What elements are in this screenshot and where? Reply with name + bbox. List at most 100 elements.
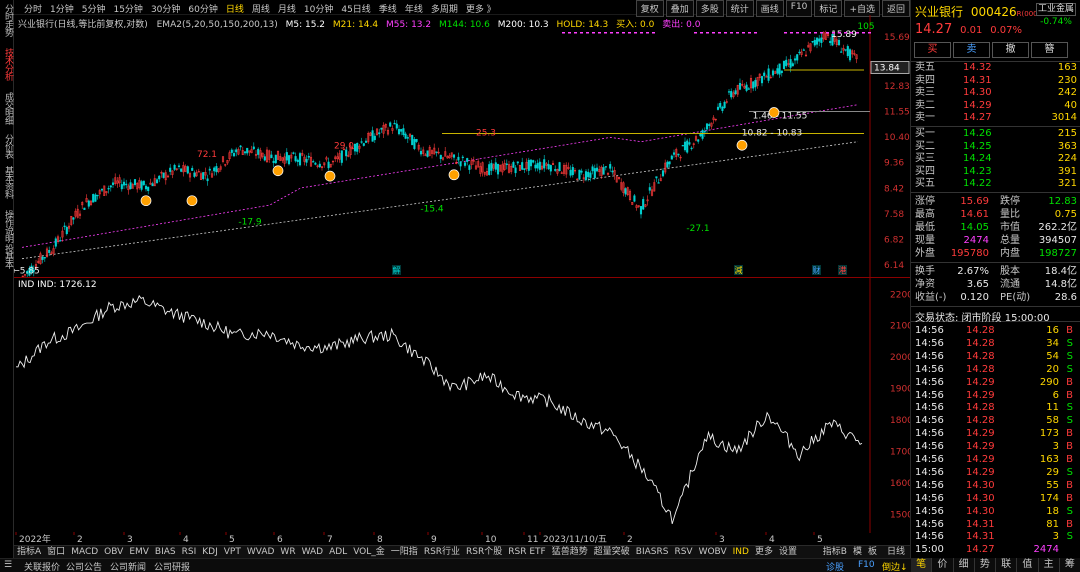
ask-row[interactable]: 卖一 14.27 3014 — [911, 112, 1080, 125]
quote-tab-4[interactable]: 联 — [996, 558, 1018, 572]
quote-tab-7[interactable]: 筹 — [1059, 558, 1080, 572]
period-tab-1[interactable]: 1分钟 — [46, 2, 78, 15]
indicator-tab-0[interactable]: 指标A — [14, 546, 44, 558]
sector-name[interactable]: 工业金属 — [1036, 3, 1076, 16]
period-tab-5[interactable]: 60分钟 — [184, 2, 221, 15]
period-tab-11[interactable]: 季线 — [375, 2, 401, 15]
quote-tab-2[interactable]: 细 — [953, 558, 975, 572]
tick-row[interactable]: 14:56 14.29 163 B — [911, 453, 1080, 466]
indicator-tab-6[interactable]: RSI — [179, 546, 200, 558]
period-tab-2[interactable]: 5分钟 — [78, 2, 110, 15]
status-right-1[interactable]: F10 — [858, 560, 875, 570]
left-tab-3[interactable]: 分价表 — [1, 134, 13, 158]
indicator-tab-4[interactable]: EMV — [126, 546, 152, 558]
tick-row[interactable]: 14:56 14.31 3 S — [911, 530, 1080, 543]
period-tab-0[interactable]: 分时 — [20, 2, 46, 15]
period-tab-3[interactable]: 15分钟 — [109, 2, 146, 15]
main-price-chart[interactable]: 15.69 13.84 12.83 11.55 10.40 9.36 8.42 7.58 6.8… — [14, 15, 910, 277]
buy-button[interactable]: 买 — [914, 42, 951, 58]
period-tab-9[interactable]: 10分钟 — [300, 2, 337, 15]
indicator-tab-5[interactable]: BIAS — [152, 546, 179, 558]
indicator-tab-18[interactable]: 猛兽趋势 — [549, 546, 591, 558]
tick-row[interactable]: 15:00 14.27 2474 — [911, 543, 1080, 556]
tick-row[interactable]: 14:56 14.28 54 S — [911, 350, 1080, 363]
ask-row[interactable]: 卖二 14.29 40 — [911, 100, 1080, 113]
left-tab-6[interactable]: 投基本 — [1, 244, 13, 268]
tick-row[interactable]: 14:56 14.29 6 B — [911, 389, 1080, 402]
indicator-tab-10[interactable]: WR — [277, 546, 298, 558]
indicator-tab-1[interactable]: 窗口 — [44, 546, 68, 558]
tick-row[interactable]: 14:56 14.28 11 S — [911, 401, 1080, 414]
indicator-tab-7[interactable]: KDJ — [199, 546, 221, 558]
tick-row[interactable]: 14:56 14.28 58 S — [911, 414, 1080, 427]
indicator-tab-2[interactable]: MACD — [68, 546, 101, 558]
tick-row[interactable]: 14:56 14.28 16 B — [911, 324, 1080, 337]
quote-tab-1[interactable]: 价 — [932, 558, 954, 572]
quote-tab-5[interactable]: 值 — [1017, 558, 1039, 572]
indicator-tab-12[interactable]: ADL — [326, 546, 350, 558]
indicator-tab-24[interactable]: 更多 — [752, 546, 776, 558]
sell-button[interactable]: 卖 — [953, 42, 990, 58]
period-tab-7[interactable]: 周线 — [248, 2, 274, 15]
indicator-tab-14[interactable]: 一阳指 — [388, 546, 421, 558]
price-chart-svg[interactable]: 15.69 13.84 12.83 11.55 10.40 9.36 8.42 7.58 6.8… — [14, 15, 910, 277]
status-item-3[interactable]: 公司研报 — [154, 560, 190, 572]
ask-row[interactable]: 卖五 14.32 163 — [911, 62, 1080, 75]
indicator-tab-9[interactable]: WVAD — [244, 546, 278, 558]
tick-row[interactable]: 14:56 14.29 173 B — [911, 427, 1080, 440]
quote-tab-3[interactable]: 势 — [974, 558, 996, 572]
indicator-tab-16[interactable]: RSR个股 — [463, 546, 505, 558]
indicator-tab-13[interactable]: VOL_金 — [350, 546, 388, 558]
status-item-2[interactable]: 公司新闻 — [110, 560, 146, 572]
left-tab-0[interactable]: 分时走势 — [1, 4, 13, 36]
alert-button[interactable]: 簪 — [1031, 42, 1068, 58]
status-right-2[interactable]: 倒边↓ — [882, 560, 908, 572]
tick-row[interactable]: 14:56 14.31 81 B — [911, 518, 1080, 531]
indicator-right-tab-1[interactable]: 模 — [850, 546, 865, 558]
tick-row[interactable]: 14:56 14.29 290 B — [911, 376, 1080, 389]
period-tab-13[interactable]: 多周期 — [427, 2, 462, 15]
tick-row[interactable]: 14:56 14.28 34 S — [911, 337, 1080, 350]
bid-row[interactable]: 买三 14.24 224 — [911, 153, 1080, 166]
bid-row[interactable]: 买二 14.25 363 — [911, 141, 1080, 154]
indicator-right-tab-0[interactable]: 指标B — [820, 546, 850, 558]
indicator-right-tab-2[interactable]: 板 — [865, 546, 880, 558]
indicator-tab-23[interactable]: IND — [730, 546, 752, 558]
ask-row[interactable]: 卖三 14.30 242 — [911, 87, 1080, 100]
bid-row[interactable]: 买四 14.23 391 — [911, 166, 1080, 179]
tick-row[interactable]: 14:56 14.30 55 B — [911, 479, 1080, 492]
left-tab-1[interactable]: 技术分析 — [1, 48, 13, 80]
left-tab-5[interactable]: 操作说明 — [1, 210, 13, 242]
quote-tab-0[interactable]: 笔 — [911, 558, 933, 572]
status-right-0[interactable]: 诊股 — [826, 560, 844, 572]
tick-row[interactable]: 14:56 14.29 29 S — [911, 466, 1080, 479]
indicator-chart-svg[interactable]: 2200 2100 2000 1900 1800 1700 1600 1500 — [14, 278, 910, 533]
tick-row[interactable]: 14:56 14.30 18 S — [911, 505, 1080, 518]
indicator-tab-3[interactable]: OBV — [101, 546, 126, 558]
period-tab-4[interactable]: 30分钟 — [147, 2, 184, 15]
indicator-tab-22[interactable]: WOBV — [696, 546, 730, 558]
period-tab-8[interactable]: 月线 — [274, 2, 300, 15]
tick-row[interactable]: 14:56 14.28 20 S — [911, 363, 1080, 376]
quote-tab-6[interactable]: 主 — [1038, 558, 1060, 572]
indicator-tab-11[interactable]: WAD — [299, 546, 327, 558]
period-tab-6[interactable]: 日线 — [222, 2, 248, 15]
indicator-tab-21[interactable]: RSV — [671, 546, 695, 558]
period-tab-10[interactable]: 45日线 — [337, 2, 374, 15]
period-right[interactable]: 日线 — [884, 546, 908, 558]
period-tab-14[interactable]: 更多 》 — [462, 2, 500, 15]
left-tab-4[interactable]: 基本资料 — [1, 166, 13, 198]
cancel-button[interactable]: 撤 — [992, 42, 1029, 58]
indicator-tab-15[interactable]: RSR行业 — [421, 546, 463, 558]
bid-row[interactable]: 买一 14.26 215 — [911, 128, 1080, 141]
tick-row[interactable]: 14:56 14.30 174 B — [911, 492, 1080, 505]
bid-row[interactable]: 买五 14.22 321 — [911, 178, 1080, 191]
period-tab-12[interactable]: 年线 — [401, 2, 427, 15]
indicator-tab-17[interactable]: RSR ETF — [505, 546, 548, 558]
indicator-tab-19[interactable]: 超量突破 — [591, 546, 633, 558]
indicator-chart[interactable]: 2200 2100 2000 1900 1800 1700 1600 1500 IND IND… — [14, 277, 910, 534]
status-item-0[interactable]: 关联报价 — [24, 560, 60, 572]
tick-row[interactable]: 14:56 14.29 3 B — [911, 440, 1080, 453]
left-tab-2[interactable]: 成交明细 — [1, 92, 13, 124]
ask-row[interactable]: 卖四 14.31 230 — [911, 75, 1080, 88]
